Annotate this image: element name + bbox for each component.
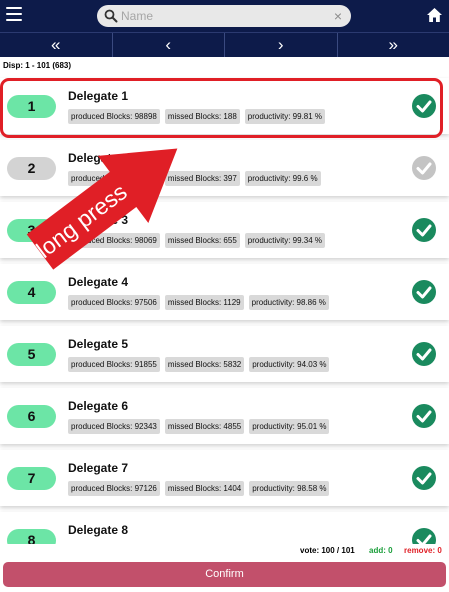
vote-check-icon[interactable] bbox=[411, 527, 437, 544]
produced-blocks-chip: produced Blocks: 98069 bbox=[68, 233, 160, 248]
display-range-label: Disp: 1 - 101 (683) bbox=[3, 61, 72, 70]
search-icon bbox=[104, 9, 118, 23]
productivity-chip: productivity: 99.34 % bbox=[244, 233, 326, 248]
productivity-chip: productivity: 98.86 % bbox=[248, 295, 329, 310]
clear-search-icon[interactable]: × bbox=[334, 7, 342, 25]
productivity-chip: productivity: 98.58 % bbox=[249, 481, 330, 496]
delegate-name: Delegate 5 bbox=[68, 337, 129, 351]
rank-badge: 2 bbox=[7, 157, 56, 180]
remove-count: remove: 0 bbox=[404, 546, 442, 555]
delegate-vote-screen: × « ‹ › » Disp: 1 - 101 (683) 1Delegate … bbox=[0, 0, 449, 592]
rank-badge: 6 bbox=[7, 405, 56, 428]
delegate-name: Delegate 6 bbox=[68, 399, 129, 413]
vote-check-icon[interactable] bbox=[411, 465, 437, 491]
productivity-chip: productivity: 94.03 % bbox=[249, 357, 330, 372]
delegate-row[interactable]: 4 Delegate 4 produced Blocks: 97506 missed … bbox=[0, 264, 449, 320]
delegate-row[interactable]: 3 Delegate 3 produced Blocks: 98069 missed … bbox=[0, 202, 449, 258]
produced-blocks-chip: produced Blocks: 97506 bbox=[68, 295, 160, 310]
produced-blocks-chip: produced Blocks: 92343 bbox=[68, 419, 160, 434]
vote-count: vote: 100 / 101 bbox=[300, 546, 355, 555]
missed-blocks-chip: missed Blocks: 5832 bbox=[164, 357, 245, 372]
productivity-chip: productivity: 99.6 % bbox=[244, 171, 321, 186]
vote-check-icon[interactable] bbox=[411, 217, 437, 243]
missed-blocks-chip: missed Blocks: 655 bbox=[164, 233, 240, 248]
produced-blocks-chip: produced Blocks: 91855 bbox=[68, 357, 160, 372]
delegate-stats: produced Blocks: 98560 missed Blocks: 397… bbox=[68, 171, 326, 186]
delegate-name: Delegate 2 bbox=[68, 151, 129, 165]
produced-blocks-chip: produced Blocks: 98560 bbox=[68, 171, 160, 186]
delegate-name: Delegate 8 bbox=[68, 523, 129, 537]
rank-badge: 3 bbox=[7, 219, 56, 242]
confirm-button[interactable]: Confirm bbox=[3, 562, 446, 587]
home-icon[interactable] bbox=[426, 7, 443, 23]
delegate-list[interactable]: 1 Delegate 1 produced Blocks: 98898 missed … bbox=[0, 74, 449, 544]
delegate-name: Delegate 4 bbox=[68, 275, 129, 289]
delegate-row[interactable]: 5 Delegate 5 produced Blocks: 91855 missed … bbox=[0, 326, 449, 382]
rank-badge: 7 bbox=[7, 467, 56, 490]
delegate-row[interactable]: 8 Delegate 8 bbox=[0, 512, 449, 544]
menu-icon[interactable] bbox=[6, 7, 22, 23]
delegate-stats: produced Blocks: 92343 missed Blocks: 485… bbox=[68, 419, 334, 434]
next-page-button[interactable]: › bbox=[225, 33, 338, 57]
vote-value: 100 / 101 bbox=[321, 546, 355, 555]
vote-check-icon[interactable] bbox=[411, 279, 437, 305]
productivity-chip: productivity: 95.01 % bbox=[249, 419, 330, 434]
last-page-button[interactable]: » bbox=[338, 33, 449, 57]
rank-badge: 4 bbox=[7, 281, 56, 304]
delegate-stats: produced Blocks: 91855 missed Blocks: 583… bbox=[68, 357, 334, 372]
delegate-name: Delegate 3 bbox=[68, 213, 129, 227]
missed-blocks-chip: missed Blocks: 1129 bbox=[164, 295, 244, 310]
delegate-row[interactable]: 6 Delegate 6 produced Blocks: 92343 missed … bbox=[0, 388, 449, 444]
add-count: add: 0 bbox=[369, 546, 393, 555]
rank-badge: 8 bbox=[7, 529, 56, 544]
vote-check-icon[interactable] bbox=[411, 341, 437, 367]
delegate-name: Delegate 7 bbox=[68, 461, 129, 475]
first-page-button[interactable]: « bbox=[0, 33, 113, 57]
produced-blocks-chip: produced Blocks: 97126 bbox=[68, 481, 160, 496]
delegate-row[interactable]: 7 Delegate 7 produced Blocks: 97126 missed … bbox=[0, 450, 449, 506]
missed-blocks-chip: missed Blocks: 1404 bbox=[164, 481, 245, 496]
pagination-bar: « ‹ › » bbox=[0, 32, 449, 57]
top-bar: × bbox=[0, 0, 449, 32]
vote-label: vote: bbox=[300, 546, 320, 555]
delegate-stats: produced Blocks: 97506 missed Blocks: 112… bbox=[68, 295, 334, 310]
highlight-box bbox=[0, 78, 443, 138]
missed-blocks-chip: missed Blocks: 4855 bbox=[164, 419, 245, 434]
vote-check-icon[interactable] bbox=[411, 403, 437, 429]
unvoted-check-icon[interactable] bbox=[411, 155, 437, 181]
search-input[interactable] bbox=[121, 6, 321, 26]
delegate-stats: produced Blocks: 97126 missed Blocks: 140… bbox=[68, 481, 334, 496]
rank-badge: 5 bbox=[7, 343, 56, 366]
missed-blocks-chip: missed Blocks: 397 bbox=[164, 171, 240, 186]
search-box[interactable]: × bbox=[97, 5, 351, 27]
delegate-stats: produced Blocks: 98069 missed Blocks: 655… bbox=[68, 233, 330, 248]
prev-page-button[interactable]: ‹ bbox=[113, 33, 225, 57]
delegate-row[interactable]: 2 Delegate 2 produced Blocks: 98560 missed … bbox=[0, 140, 449, 196]
